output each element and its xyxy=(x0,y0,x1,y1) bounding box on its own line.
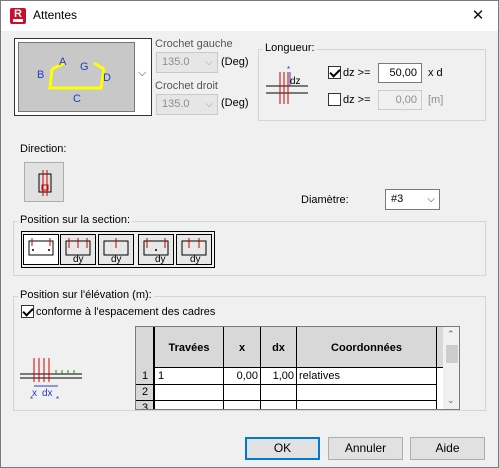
section-btn-5-label: dy xyxy=(190,254,201,265)
section-btn-2-label: dy xyxy=(73,254,84,265)
longueur-title: Longueur: xyxy=(263,42,317,54)
rebar-direction-icon xyxy=(38,170,52,196)
section-position-btn-5[interactable]: dy xyxy=(176,234,212,265)
crochet-gauche-label: Crochet gauche xyxy=(155,38,233,50)
svg-text:*: * xyxy=(30,395,33,404)
crochet-gauche-select[interactable]: 135.0 ⌵ xyxy=(156,52,218,73)
table-scrollbar[interactable]: ⌃ ⌄ xyxy=(443,327,459,409)
chevron-down-icon[interactable]: ⌵ xyxy=(138,67,146,80)
scroll-up-icon[interactable]: ⌃ xyxy=(447,329,455,340)
section-corner-icon xyxy=(28,238,54,256)
diametre-label: Diamètre: xyxy=(301,194,349,206)
dz-ratio-label: dz >= xyxy=(343,67,371,79)
cell-x[interactable]: 0,00 xyxy=(224,370,258,382)
longueur-diagram: * dz xyxy=(266,65,308,104)
dz-length-label: dz >= xyxy=(343,94,371,106)
svg-text:*: * xyxy=(56,395,59,404)
cell-dx[interactable]: 1,00 xyxy=(261,370,294,382)
chevron-down-icon: ⌵ xyxy=(205,57,213,68)
conforme-label: conforme à l'espacement des cadres xyxy=(36,306,216,318)
dz-length-input[interactable]: 0,00 xyxy=(378,90,422,110)
label-G: G xyxy=(80,61,89,73)
dz-ratio-unit: x d xyxy=(428,67,443,79)
svg-text:dx: dx xyxy=(42,388,53,399)
section-position-btn-2[interactable]: dy xyxy=(60,234,96,265)
hook-shape-picker[interactable]: A B G D C ⌵ xyxy=(14,38,152,116)
crochet-droit-label: Crochet droit xyxy=(155,80,218,92)
close-button[interactable]: ✕ xyxy=(468,6,488,26)
crochet-gauche-unit: (Deg) xyxy=(221,56,249,68)
dz-ratio-input[interactable]: 50,00 xyxy=(378,63,422,83)
elevation-diagram: x dx * * xyxy=(20,358,82,404)
app-icon: R xyxy=(10,8,26,24)
row-header[interactable]: 1 xyxy=(136,370,154,382)
col-header-travees[interactable]: Travées xyxy=(155,342,223,354)
row-header[interactable]: 3 xyxy=(136,402,154,409)
section-position-btn-4[interactable]: dy xyxy=(138,234,174,265)
section-position-btn-3[interactable]: dy xyxy=(98,234,134,265)
col-header-x[interactable]: x xyxy=(224,342,260,354)
position-elevation-title: Position sur l'élévation (m): xyxy=(18,289,154,301)
cell-coordonnees[interactable]: relatives xyxy=(299,370,434,382)
hook-diagram: A B G D C xyxy=(37,56,111,105)
elevation-table: Travées x dx Coordonnées 1 1 0,00 1,00 r… xyxy=(135,326,460,410)
dz-length-unit: [m] xyxy=(428,94,444,106)
crochet-droit-unit: (Deg) xyxy=(221,97,249,109)
position-section-title: Position sur la section: xyxy=(18,214,133,226)
dz-ratio-checkbox[interactable] xyxy=(328,66,341,79)
crochet-droit-select[interactable]: 135.0 ⌵ xyxy=(156,94,218,115)
svg-text:*: * xyxy=(287,65,290,74)
label-D: D xyxy=(103,72,111,84)
scroll-down-icon[interactable]: ⌄ xyxy=(447,395,455,406)
scroll-thumb[interactable] xyxy=(446,345,458,363)
direction-button[interactable] xyxy=(24,162,64,202)
direction-label: Direction: xyxy=(20,143,67,155)
col-header-coordonnees[interactable]: Coordonnées xyxy=(297,342,436,354)
aide-button[interactable]: Aide xyxy=(410,437,485,460)
cell-travees[interactable]: 1 xyxy=(158,370,220,382)
window-title: Attentes xyxy=(33,8,78,22)
section-btn-3-label: dy xyxy=(111,254,122,265)
label-C: C xyxy=(73,93,81,105)
label-A: A xyxy=(59,56,67,68)
section-btn-4-label: dy xyxy=(155,254,166,265)
svg-text:dz: dz xyxy=(290,76,301,87)
row-header[interactable]: 2 xyxy=(136,386,154,398)
conforme-checkbox[interactable] xyxy=(21,305,34,318)
chevron-down-icon: ⌵ xyxy=(427,194,435,205)
chevron-down-icon: ⌵ xyxy=(205,99,213,110)
col-header-dx[interactable]: dx xyxy=(261,342,296,354)
dz-length-checkbox[interactable] xyxy=(328,93,341,106)
title-bar: R Attentes ✕ xyxy=(1,1,498,31)
diametre-select[interactable]: #3 ⌵ xyxy=(385,189,440,210)
ok-button[interactable]: OK xyxy=(245,437,320,460)
label-B: B xyxy=(37,69,44,81)
section-position-btn-1[interactable] xyxy=(23,234,59,265)
annuler-button[interactable]: Annuler xyxy=(328,437,403,460)
